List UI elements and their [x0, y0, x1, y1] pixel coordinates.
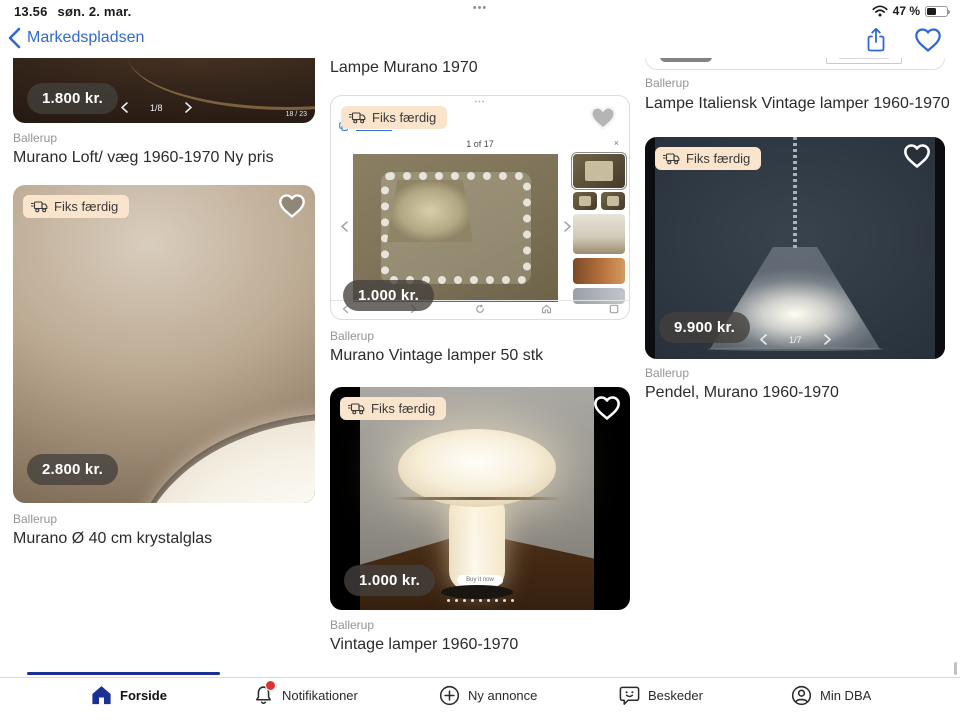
back-chevron-icon — [8, 27, 21, 49]
tab-notifikationer[interactable]: Notifikationer — [252, 684, 358, 707]
browser-tabs-icon — [609, 304, 619, 314]
favorite-heart-button[interactable] — [903, 143, 931, 169]
status-indicators: 47 % — [872, 4, 948, 18]
price-badge: 1.800 kr. — [27, 83, 118, 114]
listing-location: Ballerup — [13, 131, 57, 145]
fiks-faerdig-label: Fiks færdig — [372, 110, 436, 125]
tab-label: Min DBA — [820, 688, 871, 703]
scrollbar-thumb[interactable] — [954, 662, 957, 675]
browser-home-icon — [541, 304, 552, 314]
fiks-faerdig-label: Fiks færdig — [54, 199, 118, 214]
listing-title[interactable]: Murano Vintage lamper 50 stk — [330, 347, 543, 365]
listing-card-murano-krystalglas[interactable]: Fiks færdig 2.800 kr. — [13, 185, 315, 503]
tab-ny-annonce[interactable]: Ny annonce — [438, 684, 537, 707]
carousel-counter: 1/7 — [789, 335, 802, 345]
tab-label: Ny annonce — [468, 688, 537, 703]
truck-icon — [663, 152, 680, 165]
plus-circle-icon — [438, 684, 461, 707]
share-icon[interactable] — [864, 26, 888, 54]
listing-location: Ballerup — [330, 329, 374, 343]
photo-count-label: 18 / 23 — [286, 111, 307, 118]
screenshot-handle-dots: ••• — [331, 99, 629, 106]
tab-label: Notifikationer — [282, 688, 358, 703]
chevron-left-icon[interactable] — [760, 334, 767, 345]
fiks-faerdig-label: Fiks færdig — [371, 401, 435, 416]
listing-title[interactable]: Lampe Murano 1970 — [330, 59, 478, 77]
listing-location: Ballerup — [13, 512, 57, 526]
back-label: Markedspladsen — [27, 29, 144, 47]
fiks-faerdig-badge: Fiks færdig — [341, 106, 447, 129]
listing-title[interactable]: Lampe Italiensk Vintage lamper 1960-1970 — [645, 95, 950, 113]
listing-title[interactable]: Murano Loft/ væg 1960-1970 Ny pris — [13, 149, 274, 167]
nav-bar: Markedspladsen — [0, 24, 960, 58]
marketplace-screen: 13.56søn. 2. mar. ••• 47 % Markedspladse… — [0, 0, 960, 720]
photo-carousel: 1/7 — [760, 334, 831, 345]
wifi-icon — [872, 5, 888, 17]
photo-carousel: 1/8 — [121, 102, 192, 113]
tab-forside[interactable]: Forside — [90, 684, 167, 706]
browser-refresh-icon — [475, 304, 485, 314]
notification-badge — [265, 680, 276, 691]
screenshot-photo-counter: 1 of 17 — [331, 139, 629, 149]
truck-icon — [348, 402, 365, 415]
tab-label: Forside — [120, 688, 167, 703]
price-badge: 1.000 kr. — [344, 565, 435, 596]
home-icon — [90, 684, 113, 706]
favorite-heart-button[interactable] — [589, 105, 617, 131]
listing-location: Ballerup — [645, 76, 689, 90]
chevron-left-icon[interactable] — [121, 102, 128, 113]
lamp-photo-decoration — [707, 347, 883, 351]
screenshot-thumbnails — [573, 154, 625, 304]
grabber-dots-icon: ••• — [0, 2, 960, 14]
pagination-dots — [330, 599, 630, 602]
listing-card-pendel-murano[interactable]: Fiks færdig 9.900 kr. 1/7 — [645, 137, 945, 359]
price-badge: 2.800 kr. — [27, 454, 118, 485]
favorite-heart-button[interactable] — [278, 193, 306, 219]
back-button[interactable]: Markedspladsen — [8, 27, 144, 49]
buy-it-now-label: Buy it now — [457, 575, 503, 585]
carousel-counter: 1/8 — [150, 103, 163, 113]
favorites-heart-icon[interactable] — [914, 27, 942, 53]
chevron-right-icon — [564, 221, 571, 232]
nav-actions — [864, 26, 942, 54]
fiks-faerdig-label: Fiks færdig — [686, 151, 750, 166]
listing-title[interactable]: Pendel, Murano 1960-1970 — [645, 384, 839, 402]
fiks-faerdig-badge: Fiks færdig — [655, 147, 761, 170]
status-bar: 13.56søn. 2. mar. ••• 47 % — [0, 0, 960, 24]
tab-beskeder[interactable]: Beskeder — [618, 684, 703, 707]
profile-icon — [790, 684, 813, 707]
listing-card-vintage-lamper[interactable]: Buy it now Fiks færdig 1.000 kr. — [330, 387, 630, 610]
battery-icon — [925, 6, 948, 17]
chat-smiley-icon — [618, 684, 641, 707]
listing-location: Ballerup — [645, 366, 689, 380]
listing-title[interactable]: Vintage lamper 1960-1970 — [330, 636, 518, 654]
tab-label: Beskeder — [648, 688, 703, 703]
favorite-heart-button[interactable] — [593, 395, 621, 421]
listing-title[interactable]: Murano Ø 40 cm krystalglas — [13, 530, 212, 548]
listing-card-murano-loft[interactable]: 1.800 kr. 1/8 18 / 23 — [13, 58, 315, 123]
chevron-right-icon[interactable] — [185, 102, 192, 113]
price-badge: 1.000 kr. — [343, 280, 434, 311]
chevron-left-icon — [341, 221, 348, 232]
active-tab-indicator — [27, 672, 220, 675]
page-indicator — [468, 298, 492, 300]
fiks-faerdig-badge: Fiks færdig — [340, 397, 446, 420]
tab-min-dba[interactable]: Min DBA — [790, 684, 871, 707]
truck-icon — [31, 200, 48, 213]
screenshot-close-icon: × — [614, 138, 619, 148]
chevron-right-icon[interactable] — [824, 334, 831, 345]
lamp-photo-decoration — [793, 137, 797, 249]
fiks-faerdig-badge: Fiks færdig — [23, 195, 129, 218]
listing-card-italiensk-partial[interactable] — [645, 56, 945, 70]
battery-percent: 47 % — [893, 4, 920, 18]
divider — [0, 677, 960, 678]
photo-letterbox — [645, 137, 655, 359]
listing-location: Ballerup — [330, 618, 374, 632]
truck-icon — [349, 111, 366, 124]
price-badge: 9.900 kr. — [659, 312, 750, 343]
listing-card-murano-50stk[interactable]: ••• DEUTSCH DANSK 1 of 17 × — [330, 95, 630, 320]
photo-letterbox — [935, 137, 945, 359]
